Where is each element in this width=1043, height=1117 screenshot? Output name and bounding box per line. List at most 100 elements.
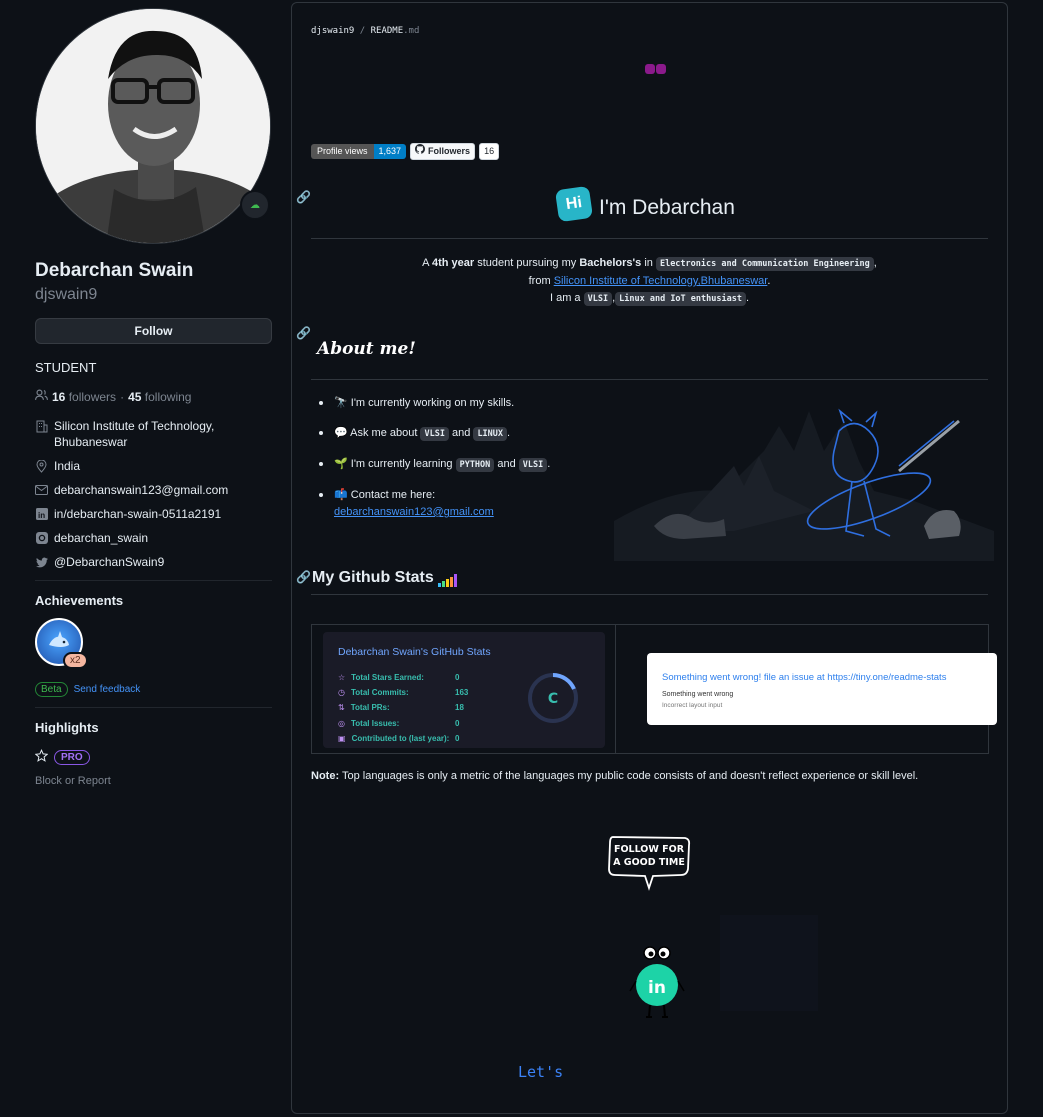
typing-text: Let's [518,1063,564,1081]
mailbox-icon: 📫 [334,489,348,501]
pull-request-icon: ⇅ [338,703,345,713]
profile-sidebar: ☁ Debarchan Swain djswain9 Follow STUDEN… [34,8,272,787]
svg-text:FOLLOW FOR: FOLLOW FOR [614,844,685,855]
heading-divider [311,594,988,595]
twitter-link[interactable]: @DebarchanSwain9 [54,554,164,570]
divider [35,580,272,581]
avatar[interactable] [35,8,271,244]
readme-breadcrumb: djswain9 / README.md [311,26,419,36]
intro-title: I'm Debarchan [599,196,735,219]
stat-row: ▣ Contributed to (last year): 0 [338,733,460,743]
status-emoji-icon[interactable]: ☁ [240,190,270,220]
issue-icon: ◎ [338,718,345,728]
history-icon: ◷ [338,688,345,698]
beta-label: Beta [35,682,68,697]
svg-text:in: in [648,978,666,998]
send-feedback-link[interactable]: Send feedback [74,684,141,695]
rank-ring: C [528,673,578,723]
link-anchor-icon[interactable]: 🔗 [296,326,311,340]
linkedin-link[interactable]: in/debarchan-swain-0511a2191 [54,506,221,522]
star-icon: ☆ [338,673,346,683]
location-text: India [54,459,81,473]
octocat-painting-illustration [614,408,994,561]
bar-chart-icon [437,574,457,587]
mail-icon [35,483,48,497]
list-item: 💬 Ask me about VLSI and LINUX. [319,425,550,443]
email-item: debarchanswain123@gmail.com [35,482,272,498]
instagram-link[interactable]: debarchan_swain [54,530,148,546]
instagram-item: debarchan_swain [35,530,272,546]
top-languages-error-card[interactable]: Something went wrong! file an issue at h… [647,653,997,725]
avatar-container: ☁ [35,8,271,244]
achievements-title: Achievements [35,593,124,608]
breadcrumb-user[interactable]: djswain9 [311,26,354,36]
readme-badges: Profile views 1,637 Followers 16 [311,143,500,160]
svg-text:in: in [38,511,45,520]
profile-details: Silicon Institute of Technology, Bhubane… [35,418,272,570]
link-anchor-icon[interactable]: 🔗 [296,190,311,204]
speech-bubble-icon: 💬 [334,427,348,439]
achievement-badge[interactable]: x2 [35,618,89,672]
followers-link[interactable]: 16 followers [52,390,116,404]
highlights-row: PRO [34,749,272,765]
stats-cell: Debarchan Swain's GitHub Stats ☆ Total St… [312,625,617,753]
people-icon [35,389,48,404]
star-icon [34,749,49,765]
languages-note: Note: Top languages is only a metric of … [311,770,919,782]
intro-heading: Hi I'm Debarchan [554,185,735,223]
intro-paragraph: A 4th year student pursuing my Bachelors… [422,257,877,306]
profile-fullname: Debarchan Swain [35,260,194,281]
linkedin-mascot-illustration: in [629,946,685,1018]
twitter-icon [35,555,48,569]
breadcrumb-separator: / [359,26,366,36]
stat-row: ◷ Total Commits: 163 [338,688,469,698]
avatar-photo [36,9,270,243]
stats-rows: ☆ Total Stars Earned: 0 ◷ Total Commits: 163… [338,670,468,746]
github-stats-title: My Github Stats [312,569,460,587]
follow-speech-bubble: FOLLOW FOR A GOOD TIME [608,836,691,891]
beta-feedback: Beta Send feedback [35,682,272,697]
email-link[interactable]: debarchanswain123@gmail.com [54,482,228,498]
twitter-item: @DebarchanSwain9 [35,554,272,570]
profile-views-badge[interactable]: Profile views 1,637 [311,144,407,159]
location-item: India [35,458,272,474]
stat-row: ☆ Total Stars Earned: 0 [338,673,460,683]
following-link[interactable]: 45 following [128,390,191,404]
highlights-title: Highlights [35,720,99,735]
list-item: 🔭 I'm currently working on my skills. [319,395,550,412]
svg-text:A GOOD TIME: A GOOD TIME [613,857,685,868]
followers-badge[interactable]: Followers 16 [410,143,500,160]
error-title: Something went wrong! file an issue at h… [662,672,947,683]
stat-row: ⇅ Total PRs: 18 [338,703,464,713]
repo-icon: ▣ [338,733,346,743]
profile-bio: STUDENT [35,360,97,375]
organization-icon [35,419,48,433]
list-item: 📫 Contact me here: debarchanswain123@gmai… [319,487,550,521]
github-stats-card[interactable]: Debarchan Swain's GitHub Stats ☆ Total St… [323,632,605,748]
breadcrumb-file: README.md [370,26,420,36]
contact-email-link[interactable]: debarchanswain123@gmail.com [334,506,494,518]
divider [35,707,272,708]
rank-grade: C [548,691,558,707]
instagram-icon [35,531,48,545]
link-anchor-icon[interactable]: 🔗 [296,570,311,584]
pro-badge: PRO [54,749,90,765]
follow-stats: 16 followers · 45 following [35,389,272,404]
list-item: 🌱 I'm currently learning PYTHON and VLSI… [319,456,550,474]
stats-card-title: Debarchan Swain's GitHub Stats [338,646,491,658]
separator-dot: · [120,389,125,404]
stats-table: Debarchan Swain's GitHub Stats ☆ Total St… [311,624,997,754]
about-list: 🔭 I'm currently working on my skills. 💬 … [319,395,550,534]
profile-username: djswain9 [35,286,98,303]
college-link[interactable]: Silicon Institute of Technology,Bhubanes… [554,275,768,287]
linkedin-item: in in/debarchan-swain-0511a2191 [35,506,272,522]
about-me-title: About me! [317,339,416,359]
github-icon [415,144,426,159]
follow-button[interactable]: Follow [35,318,272,344]
block-report-link[interactable]: Block or Report [35,775,272,787]
readme-panel: djswain9 / README.md Profile views 1,637… [291,2,1008,1114]
seedling-icon: 🌱 [334,458,348,470]
hi-wave-icon: Hi [554,185,594,223]
heading-divider [311,379,988,380]
error-line-1: Something went wrong [662,691,734,698]
